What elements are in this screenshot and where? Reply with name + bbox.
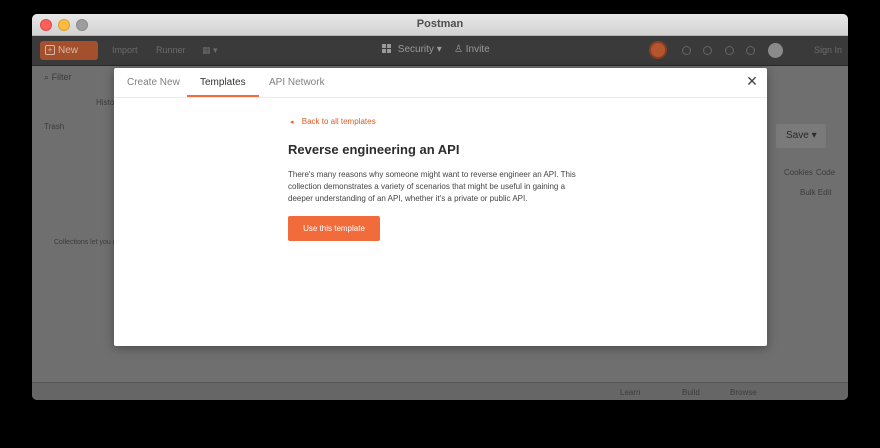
- sidebar-search[interactable]: ⌕ Filter: [44, 72, 72, 83]
- close-icon[interactable]: ✕: [745, 74, 759, 88]
- sync-status-icon[interactable]: [649, 41, 667, 59]
- modal-tabs: Create New Templates API Network ✕: [114, 68, 767, 98]
- use-template-button[interactable]: Use this template: [288, 216, 380, 241]
- workspace-selector[interactable]: Security ▾: [382, 44, 442, 55]
- import-button[interactable]: Import: [112, 45, 138, 55]
- template-title: Reverse engineering an API: [288, 142, 460, 157]
- window-title: Postman: [416, 18, 464, 30]
- signin-button[interactable]: Sign In: [814, 45, 842, 55]
- back-link-label: Back to all templates: [301, 117, 376, 126]
- bulk-edit-link[interactable]: Bulk Edit: [800, 188, 832, 197]
- save-label: Save: [786, 130, 809, 141]
- learn-link[interactable]: Learn: [620, 388, 640, 397]
- runner-button[interactable]: Runner: [156, 45, 186, 55]
- workspace-name: Security: [397, 44, 434, 55]
- tab-templates[interactable]: Templates: [187, 77, 259, 97]
- template-description: There's many reasons why someone might w…: [288, 170, 576, 203]
- plus-icon: +: [45, 45, 55, 55]
- cookies-link[interactable]: Cookies: [784, 168, 813, 177]
- browse-link[interactable]: Browse: [730, 388, 757, 397]
- settings-icon[interactable]: [703, 46, 712, 55]
- status-bar: Learn Build Browse: [32, 382, 848, 400]
- interceptor-icon[interactable]: [682, 46, 691, 55]
- workspace-grid-icon: [382, 44, 391, 53]
- new-collection-modal: Create New Templates API Network ✕ ◂ Bac…: [114, 68, 767, 346]
- new-button-label: New: [58, 45, 79, 56]
- invite-button[interactable]: ♙ Invite: [454, 44, 490, 55]
- invite-label: Invite: [465, 44, 490, 55]
- search-icon: ⌕: [44, 72, 50, 82]
- trash-tab[interactable]: Trash: [44, 122, 64, 131]
- chevron-down-icon: ▾: [436, 44, 442, 55]
- back-to-templates-link[interactable]: ◂ Back to all templates: [290, 117, 376, 126]
- chevron-left-icon: ◂: [290, 119, 294, 126]
- save-button[interactable]: Save ▾: [776, 124, 826, 148]
- search-input[interactable]: Filter: [52, 72, 72, 82]
- build-link[interactable]: Build: [682, 388, 700, 397]
- tab-create-new[interactable]: Create New: [127, 77, 180, 95]
- title-bar: Postman: [32, 14, 848, 36]
- heart-icon[interactable]: [746, 46, 755, 55]
- app-header: + New Import Runner ▦ ▾ Security ▾ ♙ Inv…: [32, 36, 848, 66]
- new-button[interactable]: + New: [40, 41, 98, 60]
- person-add-icon: ♙: [454, 44, 463, 55]
- avatar[interactable]: [768, 43, 783, 58]
- code-link[interactable]: Code: [816, 168, 835, 177]
- notifications-icon[interactable]: [725, 46, 734, 55]
- add-tab-icon[interactable]: ▦ ▾: [202, 45, 218, 56]
- tab-api-network[interactable]: API Network: [269, 77, 325, 95]
